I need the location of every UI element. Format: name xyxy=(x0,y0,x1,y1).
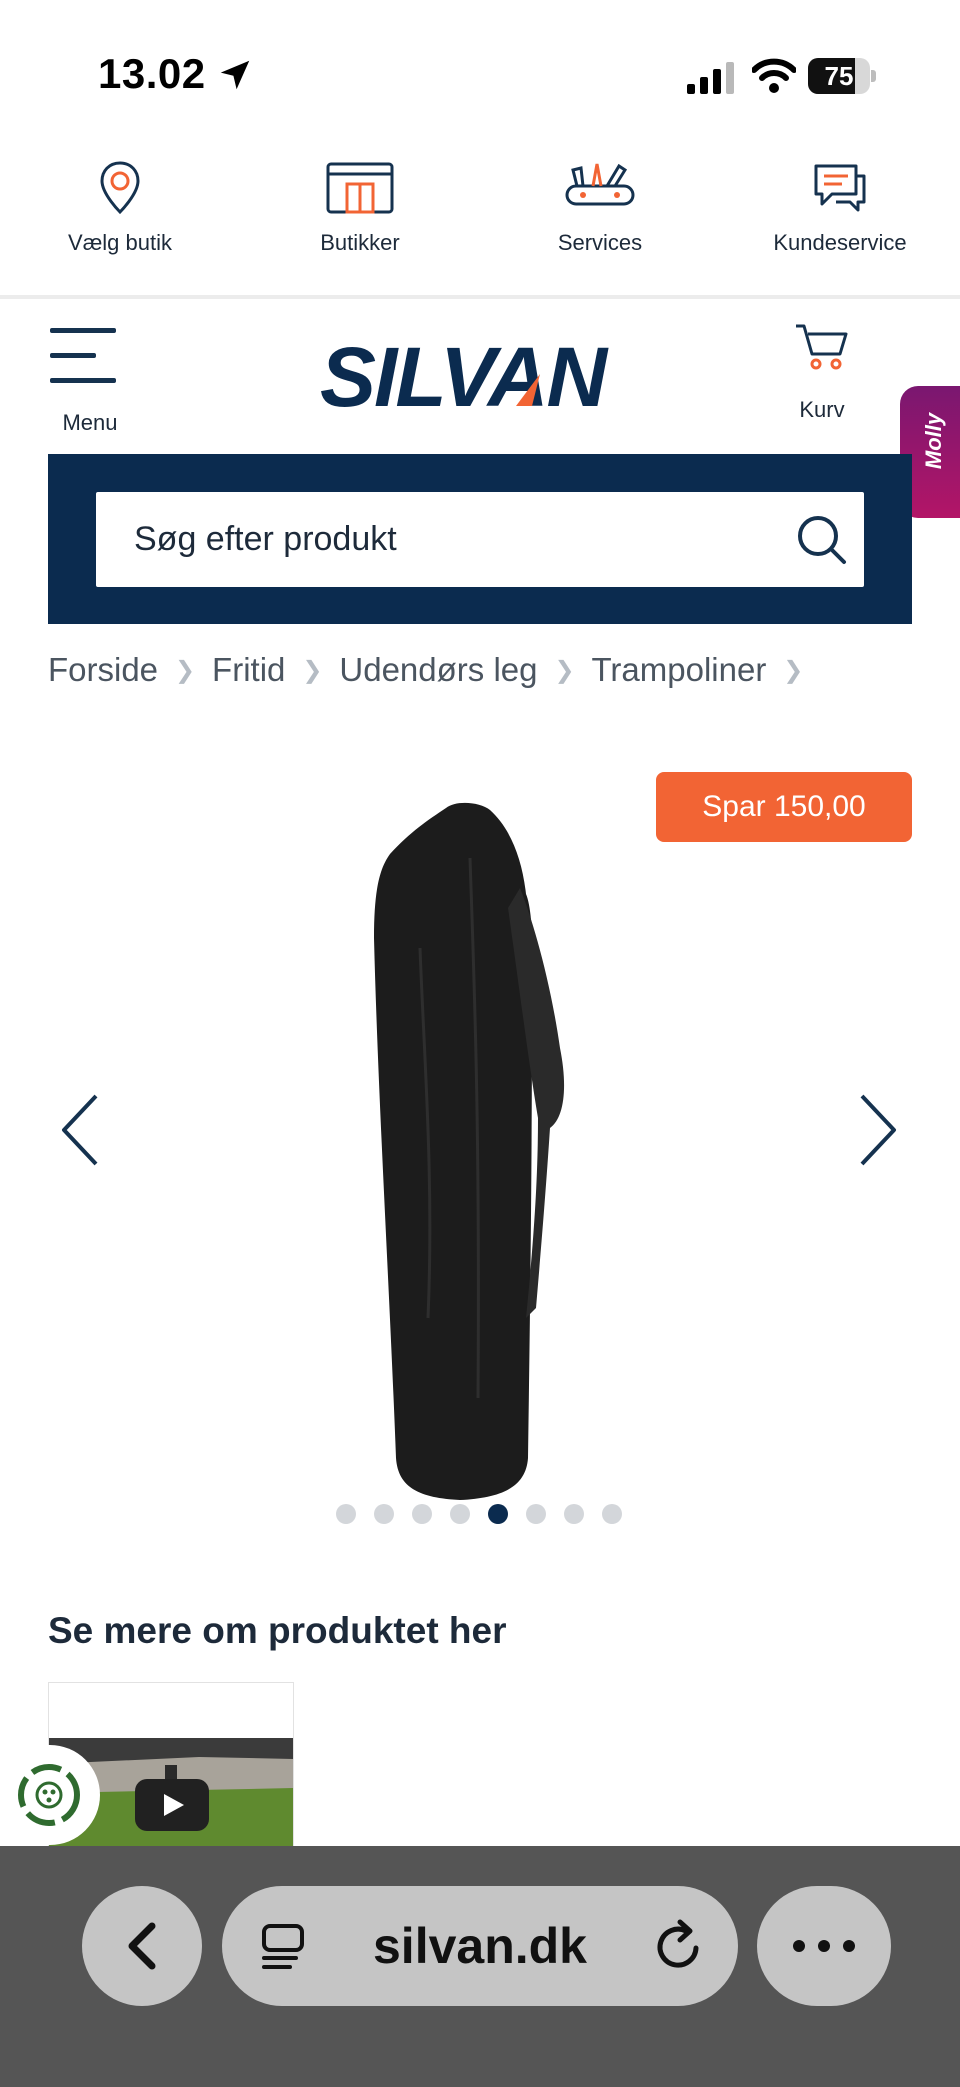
chevron-right-icon: ❯ xyxy=(302,656,323,684)
util-item-label: Services xyxy=(557,230,643,255)
product-image xyxy=(374,802,565,1500)
carousel-dot[interactable] xyxy=(526,1504,546,1524)
cart-button[interactable]: Kurv xyxy=(780,322,864,432)
util-item-customer-service[interactable]: Kundeservice xyxy=(720,160,960,295)
chevron-right-icon: ❯ xyxy=(174,656,196,684)
carousel-dot[interactable] xyxy=(450,1504,470,1524)
util-item-choose-store[interactable]: Vælg butik xyxy=(0,160,240,295)
product-gallery: Spar 150,00 xyxy=(0,750,960,1550)
browser-back-button[interactable] xyxy=(82,1886,202,2006)
eco-badge[interactable] xyxy=(0,1745,100,1845)
signal-icon xyxy=(687,62,734,94)
silvan-logo[interactable]: SILVAN xyxy=(318,332,643,417)
breadcrumb-item[interactable]: Udendørs leg xyxy=(339,651,537,689)
breadcrumb-item[interactable]: Forside xyxy=(48,651,158,689)
chevron-left-icon xyxy=(128,1922,156,1970)
utility-nav: Vælg butik Butikker Services Kundeservic… xyxy=(0,160,960,295)
more-dot xyxy=(793,1940,805,1952)
wifi-icon xyxy=(752,58,796,93)
breadcrumb: Forside ❯ Fritid ❯ Udendørs leg ❯ Trampo… xyxy=(48,648,820,692)
util-item-label: Butikker xyxy=(320,230,400,255)
chevron-right-icon: ❯ xyxy=(783,656,804,684)
carousel-dot[interactable] xyxy=(564,1504,584,1524)
battery-icon: 75 xyxy=(808,58,876,94)
more-dot xyxy=(843,1940,855,1952)
reload-icon[interactable] xyxy=(652,1918,706,1974)
logo-text: SILVAN xyxy=(320,332,609,417)
chevron-left-icon[interactable] xyxy=(56,1090,106,1170)
cart-label: Kurv xyxy=(799,397,845,422)
carousel-dot[interactable] xyxy=(336,1504,356,1524)
location-arrow-icon xyxy=(220,60,250,90)
section-title: Se mere om produktet her xyxy=(48,1610,507,1651)
tools-icon xyxy=(565,163,635,206)
search-band xyxy=(48,454,912,624)
util-item-label: Vælg butik xyxy=(68,230,172,255)
carousel-dot[interactable] xyxy=(488,1504,508,1524)
util-item-stores[interactable]: Butikker xyxy=(240,160,480,295)
breadcrumb-item[interactable]: Fritid xyxy=(212,651,285,689)
menu-button[interactable]: Menu xyxy=(50,328,130,438)
address-bar[interactable]: silvan.dk xyxy=(222,1886,738,2006)
chat-bubbles-icon xyxy=(814,164,866,212)
util-item-label: Kundeservice xyxy=(773,230,907,255)
carousel-dot[interactable] xyxy=(412,1504,432,1524)
recycle-leaf-icon xyxy=(18,1764,80,1826)
cart-icon xyxy=(796,324,848,370)
status-time: 13.02 xyxy=(98,50,206,97)
menu-label: Menu xyxy=(62,410,118,435)
play-icon[interactable] xyxy=(135,1779,209,1831)
divider xyxy=(0,295,960,299)
util-item-services[interactable]: Services xyxy=(480,160,720,295)
store-icon xyxy=(326,162,394,214)
battery-percent: 75 xyxy=(824,61,854,91)
breadcrumb-item[interactable]: Trampoliner xyxy=(592,651,767,689)
molly-label: Molly xyxy=(921,412,946,470)
carousel-dot[interactable] xyxy=(602,1504,622,1524)
savings-badge: Spar 150,00 xyxy=(656,772,912,842)
hamburger-icon xyxy=(50,328,130,383)
more-options-button[interactable] xyxy=(757,1886,891,2006)
more-dot xyxy=(818,1940,830,1952)
search-input[interactable] xyxy=(134,492,754,587)
browser-toolbar: silvan.dk xyxy=(0,1846,960,2087)
carousel-dots xyxy=(336,1504,640,1526)
chevron-right-icon[interactable] xyxy=(852,1090,902,1170)
carousel-dot[interactable] xyxy=(374,1504,394,1524)
status-bar: 13.02 75 xyxy=(0,0,960,150)
search-box[interactable] xyxy=(96,492,864,587)
chevron-right-icon: ❯ xyxy=(554,656,575,684)
search-icon[interactable] xyxy=(796,514,848,566)
location-pin-icon xyxy=(100,161,140,215)
